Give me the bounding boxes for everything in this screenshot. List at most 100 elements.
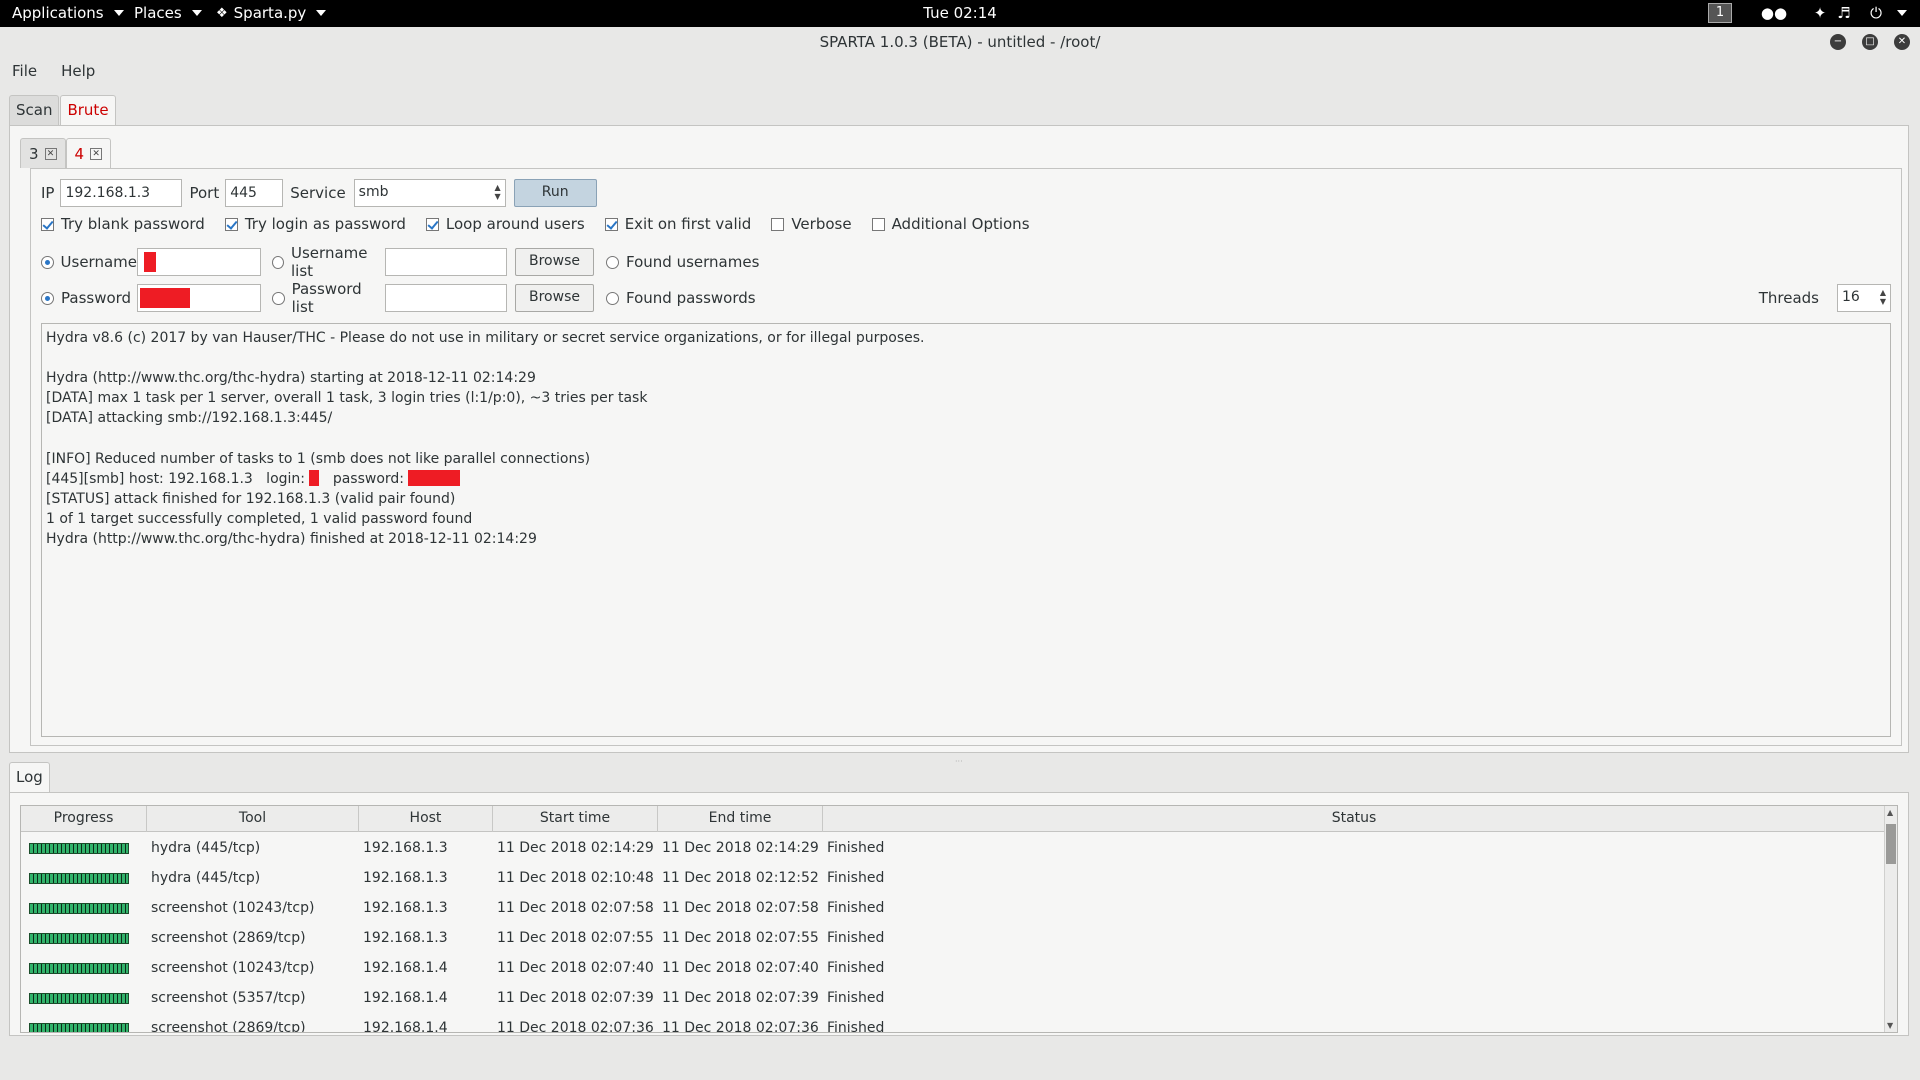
checkbox-checked-icon [41, 217, 54, 231]
menu-file[interactable]: File [0, 58, 49, 86]
password-list-label: Password list [291, 280, 362, 316]
status-cell: Finished [827, 1020, 885, 1033]
service-value: smb [358, 184, 389, 200]
try-login-as-password-checkbox[interactable]: Try login as password [224, 215, 406, 233]
end-time-cell: 11 Dec 2018 02:07:40 [662, 960, 819, 976]
port-input[interactable] [225, 179, 284, 207]
username-radio[interactable]: Username [41, 253, 137, 271]
close-icon[interactable]: ✕ [1894, 34, 1910, 50]
table-row[interactable]: screenshot (5357/tcp) 192.168.1.4 11 Dec… [21, 983, 884, 1013]
table-row[interactable]: screenshot (10243/tcp) 192.168.1.4 11 De… [21, 953, 884, 983]
password-row: Password Password list Browse Found pass… [41, 280, 1891, 316]
scroll-down-icon[interactable]: ▼ [1887, 1021, 1893, 1030]
ip-input[interactable] [60, 179, 183, 207]
column-header[interactable]: Start time [493, 806, 658, 832]
exit-on-first-valid-checkbox[interactable]: Exit on first valid [604, 215, 752, 233]
radio-selected-icon [41, 255, 54, 269]
table-row[interactable]: hydra (445/tcp) 192.168.1.3 11 Dec 2018 … [21, 863, 884, 893]
password-label: Password [61, 289, 132, 307]
menu-help[interactable]: Help [49, 58, 107, 86]
tab-scan[interactable]: Scan [9, 95, 60, 125]
places-menu[interactable]: Places [134, 4, 202, 22]
username-input[interactable] [137, 248, 261, 276]
checkbox-unchecked-icon [771, 217, 785, 231]
end-time-cell: 11 Dec 2018 02:14:29 [662, 840, 819, 856]
browse-passwords-button[interactable]: Browse [515, 284, 594, 312]
browse-usernames-button[interactable]: Browse [515, 248, 594, 276]
status-cell: Finished [827, 930, 885, 946]
service-select[interactable]: smb ▲ ▼ [353, 179, 506, 207]
password-list-input[interactable] [385, 284, 507, 312]
output-line: [DATA] max 1 task per 1 server, overall … [46, 390, 648, 407]
status-bar [0, 1040, 1920, 1080]
verbose-checkbox[interactable]: Verbose [771, 215, 852, 233]
subtab-3[interactable]: 3 ✕ [20, 138, 66, 168]
app-menu[interactable]: ❖ Sparta.py [216, 4, 327, 22]
scroll-up-icon[interactable]: ▲ [1887, 808, 1893, 817]
table-row[interactable]: screenshot (2869/tcp) 192.168.1.4 11 Dec… [21, 1013, 885, 1033]
start-time-cell: 11 Dec 2018 02:14:29 [497, 840, 654, 856]
hydra-output[interactable]: Hydra v8.6 (c) 2017 by van Hauser/THC - … [41, 323, 1891, 737]
table-row[interactable]: screenshot (2869/tcp) 192.168.1.3 11 Dec… [21, 923, 884, 953]
redacted-password [140, 288, 190, 308]
column-header[interactable]: Progress [21, 806, 147, 832]
try-blank-password-checkbox[interactable]: Try blank password [41, 215, 205, 233]
subtab-4[interactable]: 4 ✕ [65, 138, 112, 168]
threads-spinner[interactable]: 16 ▲ ▼ [1837, 284, 1891, 312]
output-line: password: [319, 470, 409, 487]
tab-log[interactable]: Log [9, 762, 50, 792]
found-usernames-radio[interactable]: Found usernames [606, 253, 759, 271]
close-tab-icon[interactable]: ✕ [44, 147, 57, 160]
volume-icon[interactable]: ♬ [1832, 3, 1856, 23]
host-cell: 192.168.1.4 [363, 1020, 448, 1033]
end-time-cell: 11 Dec 2018 02:07:55 [662, 930, 819, 946]
column-header[interactable]: Status [823, 806, 1885, 832]
log-panel: Progress Tool Host Start time End time S… [9, 792, 1909, 1036]
tool-cell: screenshot (2869/tcp) [151, 1020, 306, 1033]
network-icon[interactable]: ✦ [1808, 3, 1832, 23]
applications-menu[interactable]: Applications [12, 4, 124, 22]
power-icon[interactable]: ⏻ [1864, 3, 1888, 23]
additional-options-checkbox[interactable]: Additional Options [871, 215, 1030, 233]
column-header[interactable]: Host [359, 806, 493, 832]
workspace-indicator[interactable]: 1 [1708, 3, 1732, 23]
minimize-icon[interactable]: − [1830, 34, 1846, 50]
people-icon[interactable]: ●● [1761, 3, 1787, 23]
log-scrollbar[interactable]: ▲ ▼ [1884, 806, 1897, 1032]
progress-bar [29, 872, 129, 884]
username-list-radio[interactable]: Username list [272, 244, 385, 280]
password-radio[interactable]: Password [41, 289, 137, 307]
username-list-input[interactable] [385, 248, 507, 276]
splitter-handle[interactable]: ··· [955, 757, 965, 766]
table-row[interactable]: screenshot (10243/tcp) 192.168.1.3 11 De… [21, 893, 884, 923]
loop-around-users-checkbox[interactable]: Loop around users [425, 215, 585, 233]
radio-unselected-icon [606, 291, 619, 305]
password-list-radio[interactable]: Password list [272, 280, 385, 316]
maximize-icon[interactable]: □ [1862, 34, 1878, 50]
scrollbar-thumb[interactable] [1886, 824, 1896, 864]
tool-cell: hydra (445/tcp) [151, 840, 261, 856]
table-row[interactable]: hydra (445/tcp) 192.168.1.3 11 Dec 2018 … [21, 833, 884, 863]
progress-cell [21, 1022, 147, 1032]
chevron-down-icon[interactable] [1890, 3, 1914, 23]
redacted-login [309, 469, 320, 486]
password-input[interactable] [137, 284, 261, 312]
threads-value: 16 [1842, 289, 1860, 305]
run-button[interactable]: Run [513, 179, 597, 207]
column-header[interactable]: Tool [147, 806, 359, 832]
app-menu-label: Sparta.py [233, 4, 307, 22]
start-time-cell: 11 Dec 2018 02:07:55 [497, 930, 654, 946]
service-label: Service [290, 184, 346, 202]
close-tab-icon[interactable]: ✕ [90, 147, 103, 160]
found-usernames-label: Found usernames [626, 253, 760, 271]
output-line: Hydra (http://www.thc.org/thc-hydra) fin… [46, 530, 537, 547]
status-cell: Finished [827, 960, 885, 976]
found-passwords-radio[interactable]: Found passwords [606, 289, 756, 307]
exit-on-first-valid-label: Exit on first valid [624, 215, 752, 233]
start-time-cell: 11 Dec 2018 02:07:36 [497, 1020, 654, 1033]
tab-brute[interactable]: Brute [60, 95, 116, 125]
output-line: [INFO] Reduced number of tasks to 1 (smb… [46, 450, 591, 467]
column-header[interactable]: End time [658, 806, 823, 832]
end-time-cell: 11 Dec 2018 02:07:36 [662, 1020, 819, 1033]
progress-cell [21, 962, 147, 974]
